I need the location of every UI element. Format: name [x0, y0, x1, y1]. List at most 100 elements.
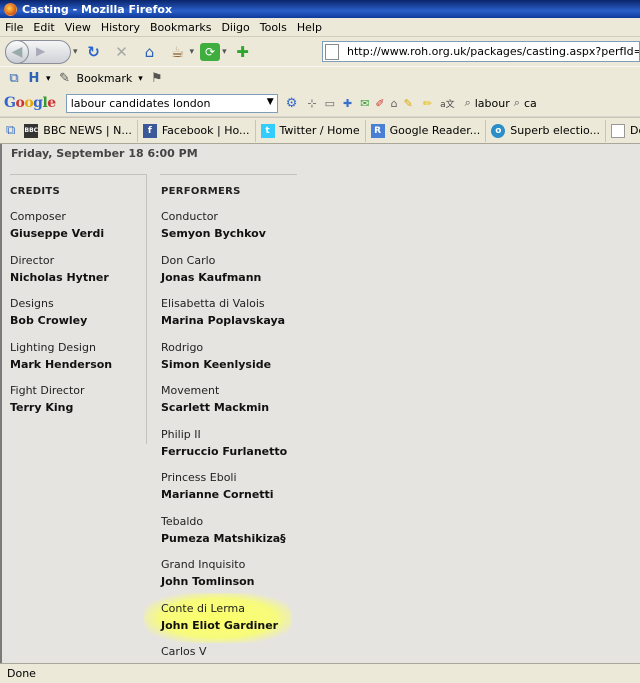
performer-role: Conductor — [161, 210, 218, 223]
bookmark-dropdown-icon[interactable]: ▾ — [138, 74, 143, 84]
google-search-input[interactable]: labour candidates london ▼ — [65, 93, 278, 113]
performers-divider — [160, 174, 297, 175]
performer-name: Marianne Cornetti — [161, 488, 274, 501]
highlighter-icon[interactable]: ⚑ — [149, 71, 165, 87]
bookmark-facebook[interactable]: f Facebook | Ho... — [138, 119, 256, 142]
menu-bookmarks[interactable]: Bookmarks — [149, 20, 212, 35]
google-reader-icon: R — [370, 123, 385, 138]
highlight-icon[interactable]: ▭ — [325, 97, 335, 110]
add-bookmark-button[interactable]: ✚ — [231, 40, 255, 64]
performer-entry: Carlos V — [161, 645, 361, 662]
performer-role: Elisabetta di Valois — [161, 297, 265, 310]
performer-entry: Conductor Semyon Bychkov — [161, 210, 361, 241]
translate-icon[interactable]: a文 — [440, 97, 455, 110]
reload-button[interactable]: ↻ — [82, 40, 106, 64]
coffee-addon-button[interactable]: ☕ — [166, 40, 190, 64]
performance-date: Friday, September 18 6:00 PM — [11, 147, 198, 160]
green-plus-icon: ✚ — [236, 42, 249, 61]
performer-name: Scarlett Mackmin — [161, 401, 270, 414]
performer-role: Conte di Lerma — [161, 602, 245, 615]
sync-icon: ⟳ — [200, 42, 221, 61]
cut-search-link[interactable]: ca — [524, 97, 537, 110]
forward-button[interactable]: ▶ — [36, 44, 45, 58]
stop-icon: ✕ — [115, 42, 128, 61]
toolbar-toggle-icon[interactable]: ⧉ — [6, 71, 22, 87]
bookmark-superb-election[interactable]: o Superb electio... — [486, 119, 607, 142]
bookmarks-menu-icon[interactable]: ⧉ — [6, 123, 15, 138]
menu-diigo[interactable]: Diigo — [220, 20, 250, 35]
twitter-icon: t — [260, 123, 275, 138]
performer-role: Don Carlo — [161, 254, 216, 267]
page-content: Friday, September 18 6:00 PM CREDITS Com… — [0, 144, 640, 663]
labour-search-link[interactable]: labour — [475, 97, 510, 110]
sync-dropdown-icon[interactable]: ▾ — [222, 47, 227, 57]
firefox-icon — [4, 2, 17, 16]
sync-addon-button[interactable]: ⟳ — [198, 40, 222, 64]
addon-dropdown-icon[interactable]: ▾ — [190, 47, 195, 57]
diigo-icon[interactable]: H — [26, 71, 42, 87]
menu-edit[interactable]: Edit — [32, 20, 55, 35]
back-button[interactable]: ◀ — [5, 39, 29, 64]
status-bar: Done — [0, 663, 640, 683]
bookmark-tag-icon[interactable]: ✐ — [375, 97, 384, 110]
split-icon[interactable]: ⊹ — [307, 97, 316, 110]
find-icon-2[interactable]: ⌕ — [514, 96, 520, 110]
performer-role: Grand Inquisito — [161, 558, 246, 571]
performer-name: John Eliot Gardiner — [161, 619, 279, 632]
performer-entry: Princess Eboli Marianne Cornetti — [161, 471, 361, 502]
superb-icon: o — [491, 123, 506, 138]
facebook-icon: f — [142, 123, 157, 138]
performers-heading: PERFORMERS — [161, 186, 241, 197]
google-toolbar: Google labour candidates london ▼ ⚙ ⊹ ▭ … — [0, 90, 640, 116]
google-search-query: labour candidates london — [70, 96, 211, 110]
find-icon[interactable]: ⌕ — [465, 96, 471, 110]
bookmark-don-carlo[interactable]: Don Carlo — [606, 120, 640, 142]
home-button[interactable]: ⌂ — [138, 40, 162, 64]
bookmark-bbc-news[interactable]: BBC BBC NEWS | N... — [19, 119, 138, 142]
performer-entry: Philip II Ferruccio Furlanetto — [161, 428, 361, 459]
performer-name: Semyon Bychkov — [161, 227, 266, 240]
performer-entry: Grand Inquisito John Tomlinson — [161, 558, 361, 589]
bookmark-button[interactable]: Bookmark — [77, 72, 133, 85]
credits-column: CREDITS Composer Giuseppe Verdi Director… — [10, 186, 112, 414]
status-text: Done — [7, 667, 36, 680]
performer-name: Simon Keenlyside — [161, 358, 272, 371]
bookmark-icon: ✎ — [59, 71, 70, 86]
bookmark-google-reader[interactable]: R Google Reader... — [366, 119, 487, 142]
stop-button[interactable]: ✕ — [110, 40, 134, 64]
menu-file[interactable]: File — [4, 20, 24, 35]
performer-name: John Tomlinson — [161, 575, 255, 588]
navigation-toolbar: ◀ ▶ ▾ ↻ ✕ ⌂ ☕ ▾ ⟳ ▾ ✚ http://www.roh.org… — [0, 37, 640, 66]
note-icon[interactable]: ✎ — [404, 97, 413, 110]
menu-history[interactable]: History — [100, 20, 141, 35]
building-icon[interactable]: ⌂ — [391, 97, 398, 110]
email-icon[interactable]: ✉ — [360, 97, 369, 110]
address-bar[interactable]: http://www.roh.org.uk/packages/casting.a… — [322, 41, 640, 62]
performer-entry-highlighted: Conte di Lerma John Eliot Gardiner — [161, 602, 361, 633]
diigo-dropdown-icon[interactable]: ▾ — [46, 74, 51, 84]
reload-icon: ↻ — [87, 42, 100, 61]
bookmarks-toolbar: ⧉ BBC BBC NEWS | N... f Facebook | Ho... t… — [0, 117, 640, 144]
google-logo[interactable]: Google — [4, 95, 56, 111]
page-favicon-icon — [325, 43, 339, 60]
bookmark-twitter[interactable]: t Twitter / Home — [256, 119, 366, 142]
performer-entry: Rodrigo Simon Keenlyside — [161, 341, 361, 372]
plus-icon[interactable]: ✚ — [343, 97, 352, 110]
bbc-icon: BBC — [24, 123, 39, 138]
credits-divider — [10, 174, 147, 175]
menu-help[interactable]: Help — [296, 20, 323, 35]
menu-view[interactable]: View — [64, 20, 92, 35]
menu-tools[interactable]: Tools — [259, 20, 288, 35]
diigo-toolbar: ⧉ H ▾ ✎ Bookmark ▾ ⚑ — [0, 66, 640, 90]
back-arrow-icon: ◀ — [11, 43, 23, 60]
pencil-icon[interactable]: ✏ — [423, 97, 432, 110]
performer-entry: Don Carlo Jonas Kaufmann — [161, 254, 361, 285]
page-icon — [611, 123, 626, 138]
google-search-icon[interactable]: ⚙ — [286, 96, 298, 111]
performer-entry: Movement Scarlett Mackmin — [161, 384, 361, 415]
credits-heading: CREDITS — [10, 186, 61, 197]
search-dropdown-icon[interactable]: ▼ — [267, 97, 274, 107]
performer-name: Jonas Kaufmann — [161, 271, 262, 284]
history-dropdown-icon[interactable]: ▾ — [73, 47, 78, 57]
performer-entry: Tebaldo Pumeza Matshikiza§ — [161, 515, 361, 546]
